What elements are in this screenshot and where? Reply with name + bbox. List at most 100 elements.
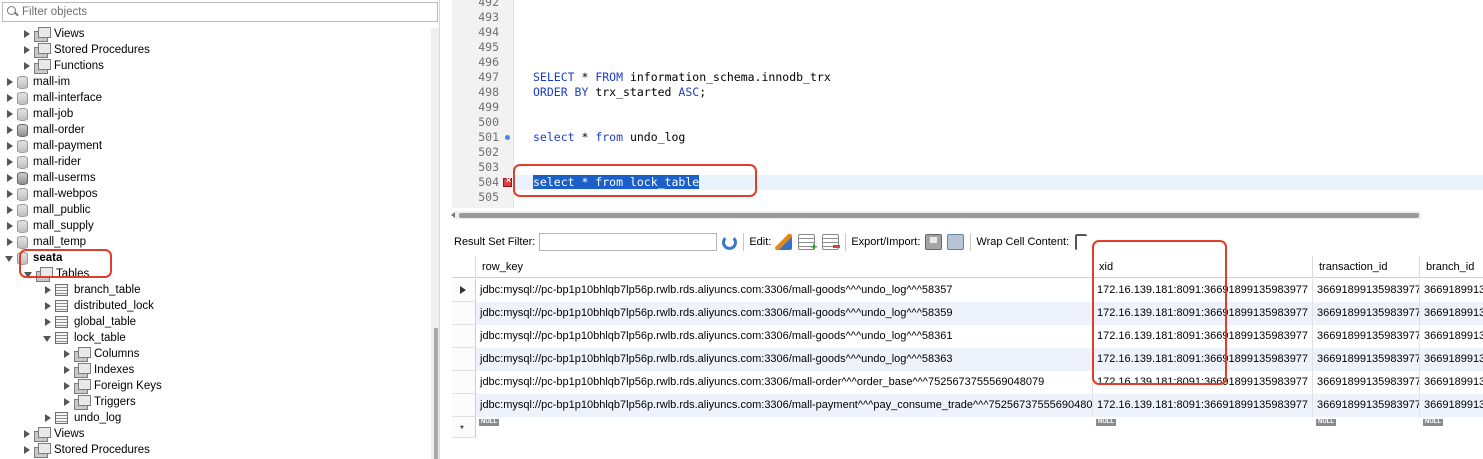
edit-row-icon[interactable] [775, 234, 793, 250]
expand-arrow-icon[interactable] [5, 170, 15, 186]
tree-item[interactable]: mall-interface [5, 90, 102, 106]
result-filter-input[interactable] [539, 233, 718, 251]
tree-item[interactable]: mall-im [5, 74, 70, 90]
row-header[interactable] [452, 371, 476, 394]
tree-item[interactable]: Stored Procedures [22, 442, 150, 458]
tree-item[interactable]: mall_public [5, 202, 91, 218]
tree-item[interactable]: mall-order [5, 122, 85, 138]
expand-arrow-icon[interactable] [5, 138, 15, 154]
row-header[interactable] [452, 325, 476, 348]
expand-arrow-icon[interactable] [5, 106, 15, 122]
expand-arrow-icon[interactable] [62, 346, 72, 362]
editor-horizontal-scrollbar[interactable] [451, 211, 1421, 219]
table-cell[interactable]: 172.16.139.181:8091:3669189913598397​7 [1093, 279, 1313, 302]
import-icon[interactable] [947, 234, 965, 250]
row-header[interactable] [452, 348, 476, 371]
expand-arrow-icon[interactable] [5, 122, 15, 138]
tree-item[interactable]: Triggers [62, 394, 136, 410]
tree-item[interactable]: Columns [62, 346, 139, 362]
tree-item[interactable]: mall_temp [5, 234, 86, 250]
tree-item[interactable]: lock_table [43, 330, 126, 346]
tree-item[interactable]: global_table [43, 314, 136, 330]
tree-item[interactable]: mall-rider [5, 154, 81, 170]
table-cell[interactable]: 172.16.139.181:8091:36691899135983977 [1093, 371, 1313, 394]
sql-editor[interactable]: 4924934944954964974984995005015025035045… [452, 0, 1483, 208]
filter-objects-input[interactable] [22, 6, 432, 18]
navigator-scrollbar[interactable] [431, 28, 439, 459]
column-header[interactable]: transaction_id [1313, 256, 1420, 278]
collapse-arrow-icon[interactable] [24, 266, 34, 282]
expand-arrow-icon[interactable] [62, 378, 72, 394]
tree-item[interactable]: distributed_lock [43, 298, 154, 314]
table-cell[interactable]: 3669189913 [1420, 302, 1483, 325]
expand-arrow-icon[interactable] [43, 298, 53, 314]
table-cell[interactable]: 3669189913 [1420, 371, 1483, 394]
table-cell[interactable]: 172.16.139.181:8091:36691899135983977 [1093, 325, 1313, 348]
table-cell[interactable]: 172.16.139.181:8091:36691899135983977 [1093, 302, 1313, 325]
table-cell[interactable]: 3669189913 [1420, 325, 1483, 348]
expand-arrow-icon[interactable] [62, 362, 72, 378]
new-row-header[interactable]: * [452, 417, 476, 438]
expand-arrow-icon[interactable] [5, 234, 15, 250]
table-cell[interactable]: 3669189913 [1420, 348, 1483, 371]
table-cell[interactable]: jdbc:mysql://pc-bp1p10bhlqb7lp56p.rwlb.r… [476, 325, 1093, 348]
expand-arrow-icon[interactable] [5, 218, 15, 234]
scroll-left-arrow-icon[interactable] [451, 212, 455, 218]
table-cell[interactable]: jdbc:mysql://pc-bp1p10bhlqb7lp56p.rwlb.r… [476, 394, 1093, 417]
table-cell[interactable]: jdbc:mysql://pc-bp1p10bhlqb7lp56p.rwlb.r… [476, 302, 1093, 325]
expand-arrow-icon[interactable] [43, 282, 53, 298]
table-cell[interactable]: 3669189913598397​7 [1313, 279, 1420, 302]
expand-arrow-icon[interactable] [22, 42, 32, 58]
tree-item[interactable]: mall-payment [5, 138, 102, 154]
expand-arrow-icon[interactable] [43, 314, 53, 330]
error-marker-icon[interactable] [503, 175, 513, 187]
table-cell[interactable]: 3669189913 [1420, 394, 1483, 417]
expand-arrow-icon[interactable] [5, 202, 15, 218]
tree-item[interactable]: mall_supply [5, 218, 94, 234]
collapse-arrow-icon[interactable] [43, 330, 53, 346]
expand-arrow-icon[interactable] [22, 26, 32, 42]
expand-arrow-icon[interactable] [22, 442, 32, 458]
table-cell[interactable]: 3669189913 [1420, 279, 1483, 302]
scrollbar-thumb[interactable] [434, 328, 438, 459]
expand-arrow-icon[interactable] [62, 394, 72, 410]
table-cell[interactable]: jdbc:mysql://pc-bp1p10bhlqb7lp56p.rwlb.r… [476, 371, 1093, 394]
expand-arrow-icon[interactable] [43, 410, 53, 426]
expand-arrow-icon[interactable] [22, 58, 32, 74]
tree-item[interactable]: mall-webpos [5, 186, 98, 202]
scrollbar-thumb[interactable] [459, 213, 1419, 218]
tree-item[interactable]: Views [22, 26, 84, 42]
row-header[interactable] [452, 302, 476, 325]
table-cell[interactable]: 172.16.139.181:8091:36691899135983977 [1093, 348, 1313, 371]
tree-item[interactable]: seata [5, 250, 62, 266]
filter-box[interactable] [2, 2, 438, 22]
tree-item[interactable]: Stored Procedures [22, 42, 150, 58]
add-row-icon[interactable] [798, 234, 817, 254]
table-cell[interactable]: 36691899135983977 [1313, 302, 1420, 325]
tree-item[interactable]: Indexes [62, 362, 134, 378]
column-header[interactable]: xid [1093, 256, 1313, 278]
table-cell[interactable]: 36691899135983977 [1313, 371, 1420, 394]
table-cell[interactable]: jdbc:mysql://pc-bp1p10bhlqb7lp56p.rwlb.r… [476, 279, 1093, 302]
row-header[interactable] [452, 279, 476, 302]
column-header[interactable]: branch_id [1420, 256, 1483, 278]
result-grid[interactable]: row_key xid transaction_id branch_id jdbc:my… [452, 256, 1483, 459]
tree-item[interactable]: branch_table [43, 282, 141, 298]
table-cell[interactable]: 36691899135983977 [1313, 348, 1420, 371]
tree-item[interactable]: mall-userms [5, 170, 96, 186]
collapse-arrow-icon[interactable] [5, 250, 15, 266]
expand-arrow-icon[interactable] [5, 90, 15, 106]
delete-row-icon[interactable] [822, 234, 841, 250]
table-cell[interactable]: 172.16.139.181:8091:36691899135983977 [1093, 394, 1313, 417]
tree-item[interactable]: Foreign Keys [62, 378, 162, 394]
wrap-cell-icon[interactable] [1075, 234, 1088, 250]
tree-item[interactable]: Views [22, 426, 84, 442]
table-cell[interactable]: jdbc:mysql://pc-bp1p10bhlqb7lp56p.rwlb.r… [476, 348, 1093, 371]
column-header[interactable]: row_key [476, 256, 1093, 278]
refresh-icon[interactable] [722, 234, 738, 250]
tree-item[interactable]: mall-job [5, 106, 73, 122]
tree-item[interactable]: Functions [22, 58, 104, 74]
expand-arrow-icon[interactable] [22, 426, 32, 442]
table-cell[interactable]: 36691899135983977 [1313, 394, 1420, 417]
tree-item[interactable]: Tables [24, 266, 89, 282]
